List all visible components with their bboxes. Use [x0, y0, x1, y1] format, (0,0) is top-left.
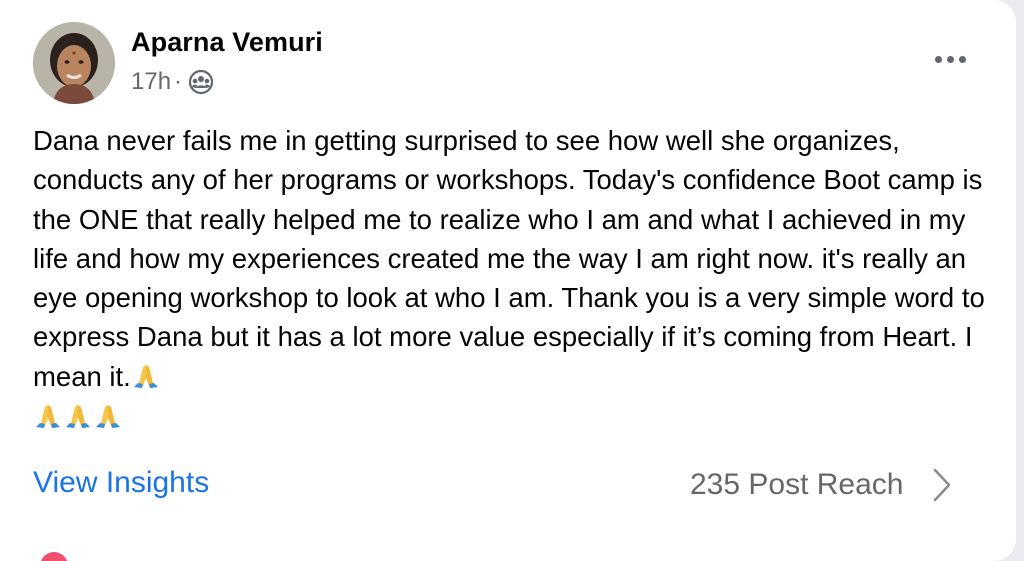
emoji-row [33, 396, 993, 436]
avatar-photo [33, 22, 115, 104]
post-body: Dana never fails me in getting surprised… [33, 121, 993, 436]
view-insights-link[interactable]: View Insights [33, 466, 209, 500]
more-options-button[interactable] [925, 44, 975, 74]
folded-hands-icon [33, 401, 63, 431]
folded-hands-icon [93, 401, 123, 431]
post-meta: 17h · [131, 68, 214, 96]
reaction-icon-partial [40, 552, 68, 561]
folded-hands-icon [131, 361, 161, 391]
folded-hands-icon [63, 401, 93, 431]
post-reach-label: 235 Post Reach [690, 468, 904, 501]
post-time[interactable]: 17h [131, 68, 171, 96]
post-text: Dana never fails me in getting surprised… [33, 125, 985, 392]
more-dots-icon-dot [946, 55, 954, 63]
author-name[interactable]: Aparna Vemuri [131, 27, 323, 58]
chevron-right-icon [931, 466, 953, 504]
more-dots-icon [934, 55, 942, 63]
friends-icon[interactable] [188, 69, 214, 95]
avatar[interactable] [33, 22, 115, 104]
meta-separator: · [174, 68, 183, 95]
post-card: Aparna Vemuri 17h · Dana never fails me … [0, 0, 1016, 561]
post-reach-button[interactable]: 235 Post Reach [690, 466, 953, 504]
more-dots-icon-dot [958, 55, 966, 63]
